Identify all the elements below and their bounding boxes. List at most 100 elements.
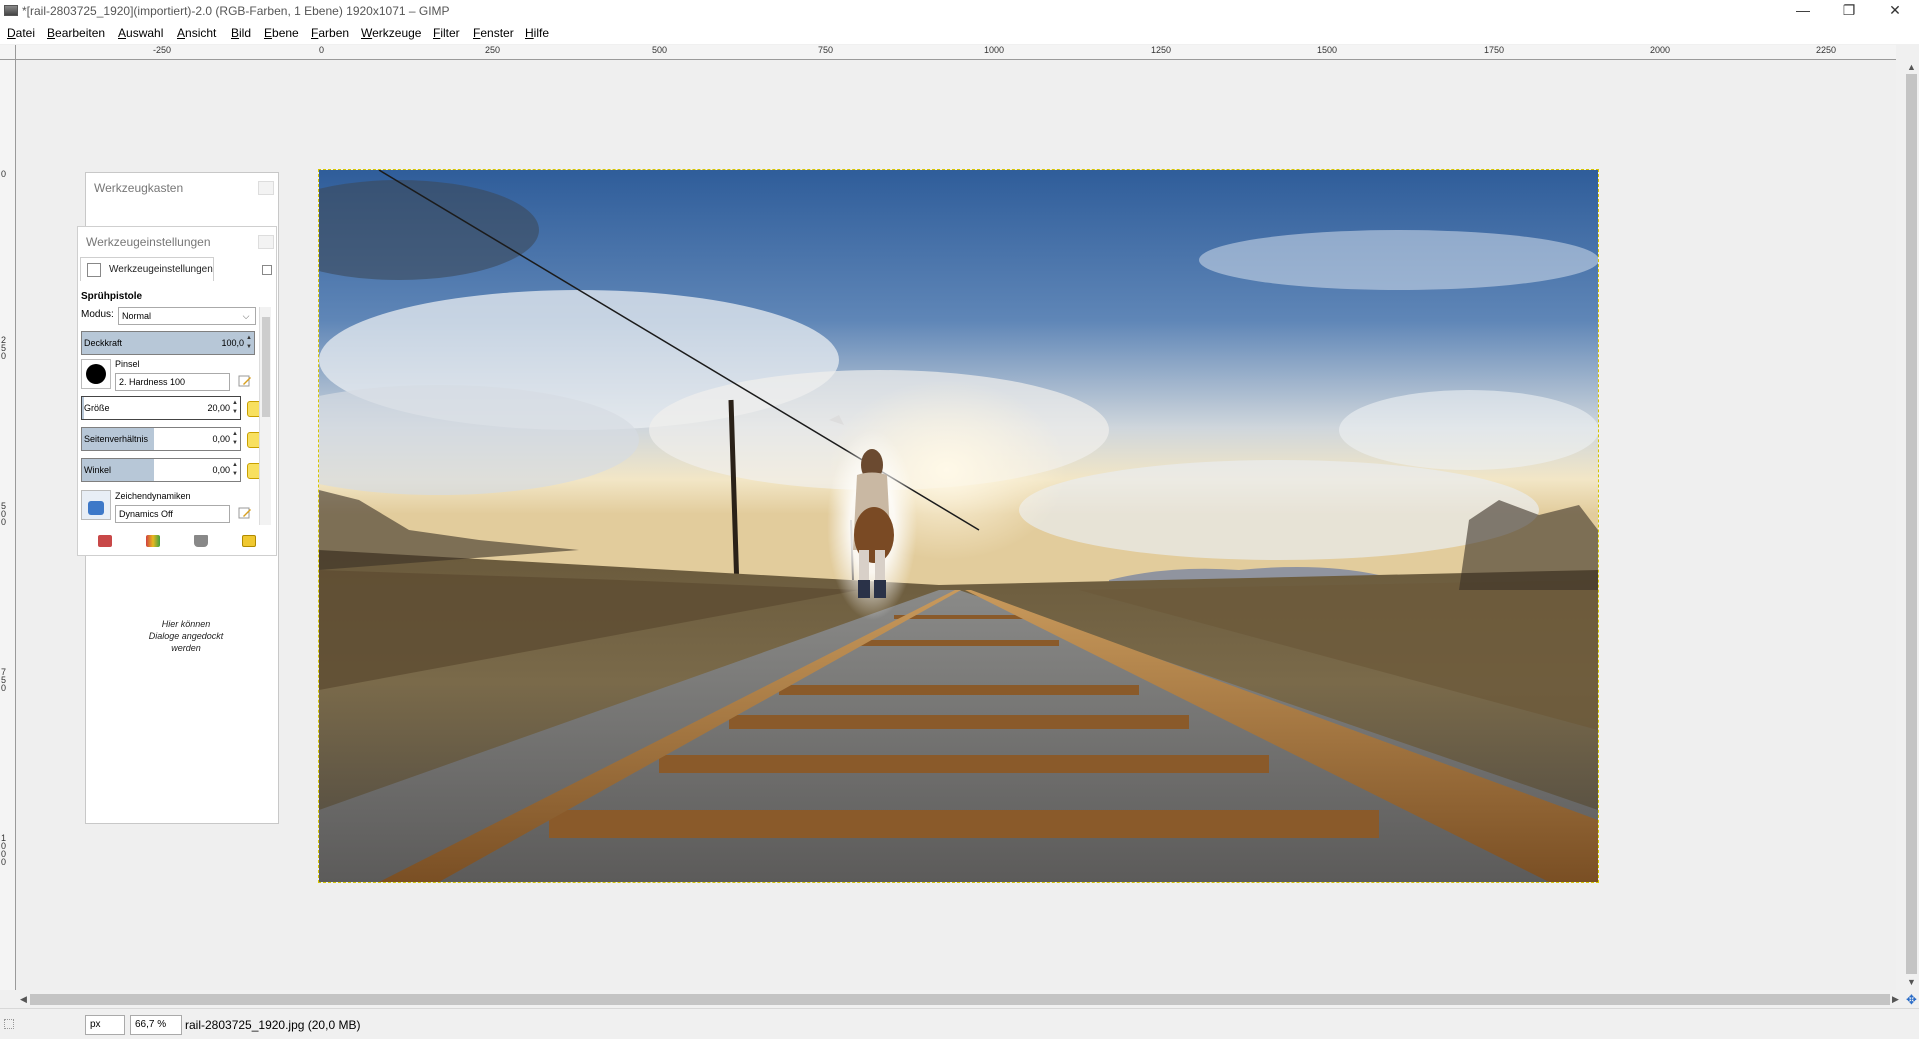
menu-bild[interactable]: Bild bbox=[231, 26, 251, 40]
status-bar: px 66,7 % rail-2803725_1920.jpg (20,0 MB… bbox=[0, 1008, 1919, 1039]
menu-farben[interactable]: Farben bbox=[311, 26, 349, 40]
ruler-label: 500 bbox=[652, 45, 668, 55]
menu-fenster[interactable]: Fenster bbox=[473, 26, 514, 40]
brush-field[interactable]: 2. Hardness 100 bbox=[115, 373, 230, 391]
vertical-ruler[interactable]: 0 250 500 750 1000 bbox=[0, 60, 16, 990]
menu-ansicht[interactable]: Ansicht bbox=[177, 26, 216, 40]
scroll-up-icon[interactable]: ▲ bbox=[1907, 62, 1916, 72]
aspect-spin[interactable]: ▲ ▼ bbox=[231, 430, 239, 448]
pointer-icon bbox=[4, 1019, 14, 1029]
minimize-button[interactable]: — bbox=[1780, 0, 1826, 22]
menu-ebene[interactable]: Ebene bbox=[264, 26, 299, 40]
unit-select[interactable]: px bbox=[85, 1015, 125, 1035]
size-label: Größe bbox=[84, 403, 110, 413]
opacity-slider[interactable]: Deckkraft 100,0 ▲ ▼ bbox=[81, 331, 255, 355]
ruler-corner-button[interactable] bbox=[0, 45, 16, 60]
menu-hilfe[interactable]: Hilfe bbox=[525, 26, 549, 40]
opacity-spin[interactable]: ▲ ▼ bbox=[245, 334, 253, 352]
scroll-right-icon[interactable]: ▶ bbox=[1892, 994, 1899, 1005]
panel-scrollbar[interactable] bbox=[259, 307, 271, 525]
reset-options-icon[interactable] bbox=[242, 535, 256, 547]
zoom-value: 66,7 % bbox=[135, 1019, 167, 1030]
menu-filter[interactable]: Filter bbox=[433, 26, 460, 40]
ruler-label: 750 bbox=[818, 45, 834, 55]
tab-menu-icon[interactable] bbox=[262, 265, 272, 275]
angle-label: Winkel bbox=[84, 465, 112, 475]
menu-bearbeiten[interactable]: Bearbeiten bbox=[47, 26, 105, 40]
menu-auswahl[interactable]: Auswahl bbox=[118, 26, 163, 40]
ruler-label: -250 bbox=[153, 45, 172, 55]
edit-brush-icon[interactable] bbox=[238, 374, 254, 390]
size-value: 20,00 bbox=[207, 403, 230, 413]
ruler-label: 2000 bbox=[1650, 45, 1671, 55]
size-slider[interactable]: Größe 20,00 ▲ ▼ bbox=[81, 396, 241, 420]
edit-dynamics-icon[interactable] bbox=[238, 506, 254, 522]
mode-select[interactable]: Normal bbox=[118, 307, 256, 325]
tool-options-close-button[interactable] bbox=[258, 235, 274, 249]
navigate-icon[interactable]: ✥ bbox=[1904, 992, 1919, 1007]
tab-label: Werkzeugeinstellungen bbox=[109, 264, 213, 275]
ruler-label: 250 bbox=[1, 335, 7, 361]
restore-options-icon[interactable] bbox=[146, 535, 160, 547]
zoom-select[interactable]: 66,7 % bbox=[130, 1015, 182, 1035]
window-title: *[rail-2803725_1920](importiert)-2.0 (RG… bbox=[22, 4, 450, 18]
dock-hint-text: Hier können Dialoge angedockt werden bbox=[148, 619, 224, 653]
angle-spin[interactable]: ▲ ▼ bbox=[231, 461, 239, 479]
tool-name: Sprühpistole bbox=[81, 291, 143, 302]
file-info: rail-2803725_1920.jpg (20,0 MB) bbox=[185, 1018, 361, 1032]
ruler-label: 750 bbox=[1, 667, 7, 693]
tool-options-title: Werkzeugeinstellungen bbox=[86, 235, 211, 249]
menu-werkzeuge[interactable]: Werkzeuge bbox=[361, 26, 421, 40]
ruler-label: 500 bbox=[1, 501, 7, 527]
horizontal-scroll-thumb[interactable] bbox=[30, 994, 1890, 1005]
dynamics-preview-icon[interactable] bbox=[81, 490, 111, 520]
ruler-label: 1750 bbox=[1484, 45, 1505, 55]
menu-datei[interactable]: Datei bbox=[7, 26, 35, 40]
mode-label: Modus: bbox=[81, 309, 114, 320]
gimp-app-icon bbox=[4, 5, 18, 16]
panel-scroll-thumb[interactable] bbox=[262, 317, 270, 417]
brush-label: Pinsel bbox=[115, 359, 140, 369]
horizontal-scrollbar[interactable]: ◀ ▶ bbox=[16, 992, 1904, 1007]
maximize-button[interactable]: ❐ bbox=[1826, 0, 1872, 22]
tool-options-icon bbox=[87, 263, 101, 277]
ruler-label: 1250 bbox=[1151, 45, 1172, 55]
horizontal-ruler[interactable]: -250 0 250 500 750 1000 1250 1500 1750 2… bbox=[16, 45, 1896, 60]
scroll-down-icon[interactable]: ▼ bbox=[1907, 977, 1916, 987]
mode-value: Normal bbox=[122, 311, 152, 321]
menu-bar: Datei Bearbeiten Auswahl Ansicht Bild Eb… bbox=[0, 22, 1919, 44]
railway-photo bbox=[319, 170, 1598, 882]
ruler-label: 1000 bbox=[1, 833, 7, 867]
chevron-down-icon[interactable]: ⌵ bbox=[238, 308, 254, 324]
vertical-scrollbar[interactable]: ▲ ▼ bbox=[1904, 60, 1919, 990]
aspect-label: Seitenverhältnis bbox=[84, 434, 149, 444]
dynamics-field[interactable]: Dynamics Off bbox=[115, 505, 230, 523]
vertical-scroll-thumb[interactable] bbox=[1906, 74, 1917, 974]
opacity-value: 100,0 bbox=[221, 338, 244, 348]
size-spin[interactable]: ▲ ▼ bbox=[231, 399, 239, 417]
unit-value: px bbox=[90, 1019, 101, 1030]
ruler-label: 0 bbox=[1, 169, 7, 179]
tool-options-panel: Werkzeugeinstellungen Werkzeugeinstellun… bbox=[77, 226, 277, 556]
ruler-label: 2250 bbox=[1816, 45, 1837, 55]
aspect-value: 0,00 bbox=[212, 434, 230, 444]
close-window-button[interactable]: ✕ bbox=[1872, 0, 1918, 22]
aspect-slider[interactable]: Seitenverhältnis 0,00 ▲ ▼ bbox=[81, 427, 241, 451]
brush-preview[interactable] bbox=[81, 359, 111, 389]
ruler-label: 1000 bbox=[984, 45, 1005, 55]
angle-value: 0,00 bbox=[212, 465, 230, 475]
opacity-label: Deckkraft bbox=[84, 338, 123, 348]
save-options-icon[interactable] bbox=[98, 535, 112, 547]
ruler-label: 1500 bbox=[1317, 45, 1338, 55]
scroll-left-icon[interactable]: ◀ bbox=[20, 994, 27, 1005]
dynamics-label: Zeichendynamiken bbox=[115, 491, 191, 501]
tab-tool-options[interactable]: Werkzeugeinstellungen bbox=[80, 257, 214, 281]
toolbox-close-button[interactable] bbox=[258, 181, 274, 195]
toolbox-title: Werkzeugkasten bbox=[94, 181, 184, 195]
ruler-label: 0 bbox=[319, 45, 325, 55]
image-canvas[interactable] bbox=[318, 169, 1599, 883]
angle-slider[interactable]: Winkel 0,00 ▲ ▼ bbox=[81, 458, 241, 482]
brush-circle-icon bbox=[86, 364, 106, 384]
delete-options-icon[interactable] bbox=[194, 535, 208, 547]
brush-value: 2. Hardness 100 bbox=[119, 377, 186, 387]
